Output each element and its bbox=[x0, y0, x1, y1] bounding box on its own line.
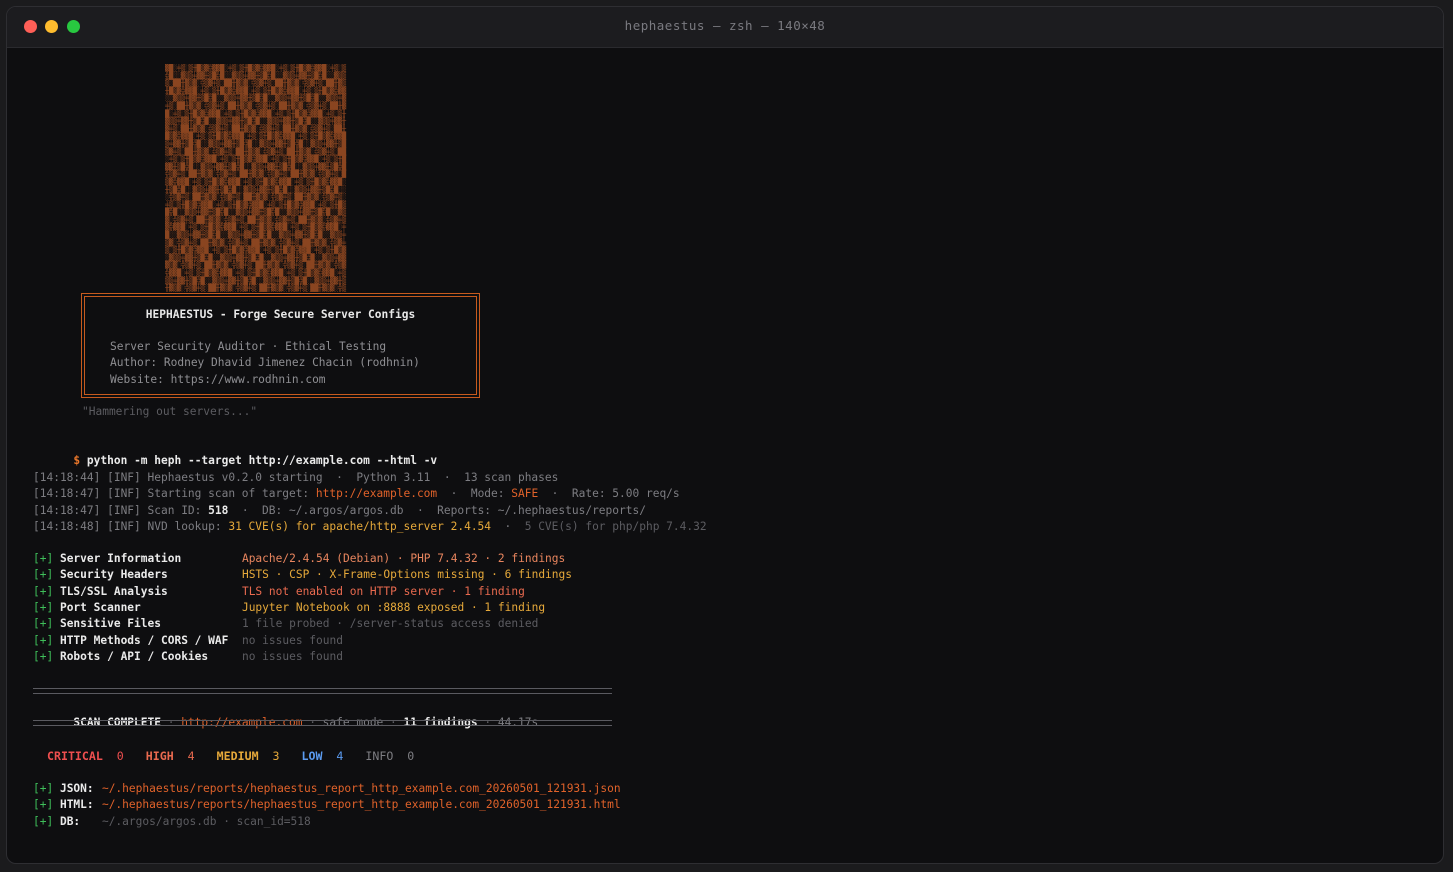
output-row: [+] HTML: ~/.hephaestus/reports/hephaestu… bbox=[33, 797, 621, 813]
output-path: ~/.argos/argos.db · scan_id=518 bbox=[101, 814, 311, 828]
log-text: Scan ID: bbox=[147, 503, 209, 517]
severity-info: INFO 0 bbox=[365, 749, 414, 763]
module-row: [+] TLS/SSL Analysis TLS not enabled on H… bbox=[33, 584, 525, 600]
output-row: [+] DB: ~/.argos/argos.db · scan_id=518 bbox=[33, 814, 311, 830]
ascii-art-logo-icon: ▓█░╪▒░▒╫█▒▓╬▓▓█░╪▒░▒╫█▒▓╬▓▓█░╪▒░▒╫█▒▓╬▓▓… bbox=[165, 64, 346, 292]
module-result: HSTS · CSP · X-Frame-Options missing · 6… bbox=[241, 568, 572, 582]
severity-medium: MEDIUM 3 bbox=[217, 749, 280, 763]
divider-top bbox=[33, 688, 612, 694]
log-timestamp: [14:18:44] bbox=[33, 471, 108, 484]
module-result: 1 file probed · /server-status access de… bbox=[241, 617, 539, 631]
log-text: Starting scan of target: bbox=[147, 487, 316, 501]
severity-label: LOW bbox=[301, 749, 323, 763]
log-text: Hephaestus v0.2.0 starting · Python 3.11… bbox=[147, 471, 559, 484]
command-text: python -m heph --target http://example.c… bbox=[86, 454, 438, 467]
severity-label: MEDIUM bbox=[216, 749, 259, 763]
module-name: Sensitive Files bbox=[59, 617, 161, 631]
success-marker: [+] bbox=[33, 584, 60, 598]
success-marker: [+] bbox=[33, 633, 60, 647]
banner-subtitle: Server Security Auditor · Ethical Testin… bbox=[110, 340, 387, 353]
success-marker: [+] bbox=[33, 798, 60, 812]
log-line: [14:18:48] [INF] NVD lookup: 31 CVE(s) f… bbox=[33, 519, 707, 535]
log-level: [INF] bbox=[107, 471, 148, 484]
module-name: Port Scanner bbox=[59, 600, 141, 614]
log-level: [INF] bbox=[107, 487, 148, 501]
log-line: [14:18:47] [INF] Starting scan of target… bbox=[33, 486, 680, 502]
output-label: DB: bbox=[59, 814, 81, 828]
log-text: SAFE bbox=[511, 487, 539, 501]
success-marker: [+] bbox=[33, 552, 60, 565]
module-row: [+] Port Scanner Jupyter Notebook on :888… bbox=[33, 600, 545, 616]
title-bar: hephaestus — zsh — 140×48 bbox=[7, 7, 1443, 48]
banner-website: Website: https://www.rodhnin.com bbox=[110, 373, 326, 386]
log-level: [INF] bbox=[107, 503, 148, 517]
log-text: 31 CVE(s) for apache/http_server 2.4.54 bbox=[228, 519, 492, 533]
severity-count: 3 bbox=[258, 749, 280, 763]
banner-author: Author: Rodney Dhavid Jimenez Chacin (ro… bbox=[110, 356, 420, 369]
success-marker: [+] bbox=[33, 782, 60, 795]
log-text: · Rate: 5.00 req/s bbox=[538, 487, 680, 501]
banner-title: HEPHAESTUS - Forge Secure Server Configs bbox=[145, 308, 416, 321]
module-result: TLS not enabled on HTTP server · 1 findi… bbox=[241, 584, 525, 598]
severity-low: LOW 4 bbox=[302, 749, 344, 763]
success-marker: [+] bbox=[33, 617, 60, 631]
severity-label: CRITICAL bbox=[47, 749, 103, 763]
log-line: [14:18:44] [INF] Hephaestus v0.2.0 start… bbox=[33, 470, 558, 486]
log-text: · Mode: bbox=[437, 487, 512, 501]
module-row: [+] Sensitive Files 1 file probed · /serv… bbox=[33, 616, 538, 632]
output-row: [+] JSON: ~/.hephaestus/reports/hephaestu… bbox=[33, 781, 621, 797]
log-text: · bbox=[491, 519, 525, 533]
success-marker: [+] bbox=[33, 814, 60, 828]
log-text: NVD lookup: bbox=[147, 519, 229, 533]
log-timestamp: [14:18:47] bbox=[33, 487, 108, 501]
module-row: [+] Server Information Apache/2.4.54 (Deb… bbox=[33, 551, 565, 567]
module-result: no issues found bbox=[241, 633, 343, 647]
window-title: hephaestus — zsh — 140×48 bbox=[624, 18, 826, 33]
success-marker: [+] bbox=[33, 649, 60, 663]
scan-summary: SCAN COMPLETE · http://example.com · saf… bbox=[73, 716, 539, 729]
output-path: ~/.hephaestus/reports/hephaestus_report_… bbox=[101, 798, 621, 812]
module-result: no issues found bbox=[241, 649, 343, 663]
module-name: TLS/SSL Analysis bbox=[59, 584, 168, 598]
prompt-symbol: $ bbox=[73, 454, 81, 467]
log-text: 518 bbox=[208, 503, 229, 517]
log-level: [INF] bbox=[107, 519, 148, 533]
success-marker: [+] bbox=[33, 600, 60, 614]
module-result: Jupyter Notebook on :8888 exposed · 1 fi… bbox=[241, 600, 546, 614]
log-line: [14:18:47] [INF] Scan ID: 518 · DB: ~/.a… bbox=[33, 503, 646, 519]
log-timestamp: [14:18:48] bbox=[33, 519, 108, 533]
severity-label: HIGH bbox=[145, 749, 174, 763]
log-text: · DB: ~/.argos/argos.db · Reports: ~/.he… bbox=[228, 503, 646, 517]
divider-bottom bbox=[33, 720, 612, 726]
log-text: http://example.com bbox=[315, 487, 438, 501]
output-path: ~/.hephaestus/reports/hephaestus_report_… bbox=[101, 782, 621, 795]
module-row: [+] HTTP Methods / CORS / WAF no issues f… bbox=[33, 633, 343, 649]
command-line: $ python -m heph --target http://example… bbox=[33, 437, 437, 467]
severity-count: 0 bbox=[102, 749, 124, 763]
severity-count: 4 bbox=[322, 749, 344, 763]
terminal-window: hephaestus — zsh — 140×48 ▓█░╪▒░▒╫█▒▓╬▓▓… bbox=[6, 6, 1444, 864]
severity-label: INFO bbox=[365, 749, 394, 763]
severity-critical: CRITICAL 0 bbox=[47, 749, 124, 763]
module-result: Apache/2.4.54 (Debian) · PHP 7.4.32 · 2 … bbox=[241, 552, 566, 565]
module-name: HTTP Methods / CORS / WAF bbox=[59, 633, 229, 647]
output-label: JSON: bbox=[59, 782, 94, 795]
module-row: [+] Robots / API / Cookies no issues foun… bbox=[33, 649, 343, 665]
module-row: [+] Security Headers HSTS · CSP · X-Frame… bbox=[33, 567, 572, 583]
module-name: Security Headers bbox=[59, 568, 168, 582]
banner-box: HEPHAESTUS - Forge Secure Server Configs… bbox=[81, 293, 480, 398]
severity-counts: CRITICAL 0 HIGH 4 MEDIUM 3 LOW 4 INFO 0 bbox=[47, 748, 436, 764]
success-marker: [+] bbox=[33, 568, 60, 582]
severity-count: 0 bbox=[393, 749, 415, 763]
log-text: 5 CVE(s) for php/php 7.4.32 bbox=[524, 519, 707, 533]
output-label: HTML: bbox=[59, 798, 94, 812]
module-name: Robots / API / Cookies bbox=[59, 649, 209, 663]
severity-high: HIGH 4 bbox=[146, 749, 195, 763]
terminal-output[interactable]: ▓█░╪▒░▒╫█▒▓╬▓▓█░╪▒░▒╫█▒▓╬▓▓█░╪▒░▒╫█▒▓╬▓▓… bbox=[7, 48, 1443, 863]
module-name: Server Information bbox=[59, 552, 182, 565]
tagline: "Hammering out servers..." bbox=[82, 405, 258, 418]
log-timestamp: [14:18:47] bbox=[33, 503, 108, 517]
severity-count: 4 bbox=[173, 749, 195, 763]
